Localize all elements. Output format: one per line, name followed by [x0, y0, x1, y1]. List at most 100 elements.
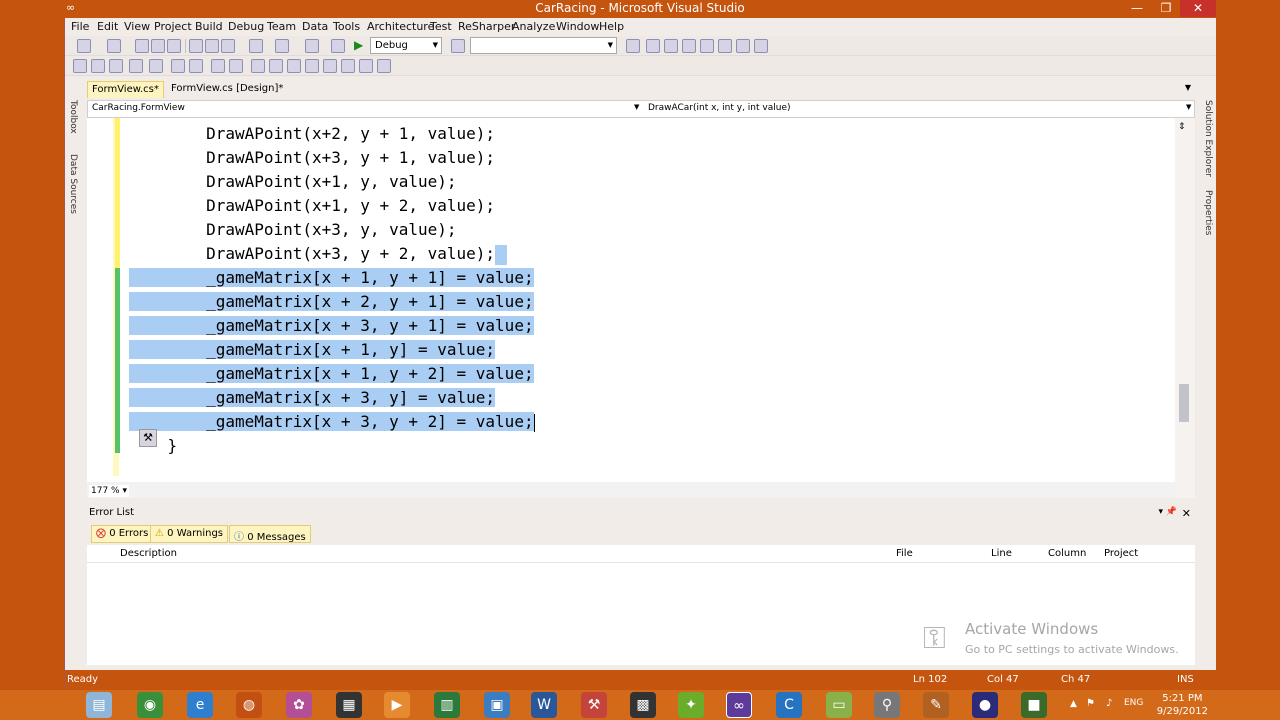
mic-icon[interactable]: ⚲	[874, 692, 900, 718]
find-icon[interactable]	[331, 39, 345, 53]
firefox-icon[interactable]: ◍	[236, 692, 262, 718]
menu-resharper[interactable]: ReSharper	[458, 20, 515, 33]
warnings-filter[interactable]: ⚠ 0 Warnings	[150, 525, 229, 543]
properties-icon[interactable]	[646, 39, 660, 53]
find-in-files-icon[interactable]	[451, 39, 465, 53]
menu-edit[interactable]: Edit	[97, 20, 118, 33]
toolbox-tab[interactable]: Toolbox	[68, 100, 78, 134]
code-line-selected[interactable]: _gameMatrix[x + 3, y + 2] = value;	[129, 410, 535, 434]
code-line[interactable]: DrawAPoint(x+1, y + 2, value);	[129, 194, 495, 218]
zoom-level[interactable]: 177 % ▾	[89, 485, 129, 497]
pin-icon[interactable]: 📌	[1166, 507, 1177, 517]
code-line[interactable]: DrawAPoint(x+2, y + 1, value);	[129, 122, 495, 146]
clear-bookmarks-icon[interactable]	[377, 59, 391, 73]
layout-icon[interactable]	[754, 39, 768, 53]
excel-icon[interactable]: ▥	[434, 692, 460, 718]
paste-icon[interactable]	[221, 39, 235, 53]
code-line-selected[interactable]: _gameMatrix[x + 1, y] = value;	[129, 338, 496, 362]
menu-help[interactable]: Help	[599, 20, 624, 33]
camera-icon[interactable]: ■	[1021, 692, 1047, 718]
horizontal-scrollbar[interactable]: 177 % ▾	[87, 482, 1175, 498]
menu-file[interactable]: File	[71, 20, 89, 33]
prev-in-doc-icon[interactable]	[341, 59, 355, 73]
eclipse-icon[interactable]: ●	[972, 692, 998, 718]
flag-icon[interactable]: ⚑	[1086, 698, 1095, 709]
visual-studio-icon[interactable]: ∞	[726, 692, 752, 718]
next-in-doc-icon[interactable]	[359, 59, 373, 73]
calculator-icon[interactable]: ▩	[630, 692, 656, 718]
copy-icon[interactable]	[205, 39, 219, 53]
quick-action-icon[interactable]: ⚒	[139, 429, 157, 447]
start-debugging-icon[interactable]: ▶	[354, 38, 363, 52]
maximize-button[interactable]: ❐	[1152, 0, 1180, 17]
messages-filter[interactable]: ⓘ 0 Messages	[229, 525, 311, 543]
bookmark-icon[interactable]	[251, 59, 265, 73]
object-browser-icon[interactable]	[664, 39, 678, 53]
menu-view[interactable]: View	[124, 20, 150, 33]
column-line[interactable]: Line	[991, 548, 1012, 559]
menu-test[interactable]: Test	[430, 20, 452, 33]
code-line-selected[interactable]: _gameMatrix[x + 1, y + 2] = value;	[129, 362, 534, 386]
code-line[interactable]: DrawAPoint(x+3, y, value);	[129, 218, 456, 242]
solution-explorer-icon[interactable]	[626, 39, 640, 53]
calendar-icon[interactable]: ▦	[336, 692, 362, 718]
redo-icon[interactable]	[275, 39, 289, 53]
tray-expand-icon[interactable]: ▲	[1070, 699, 1077, 709]
type-dropdown[interactable]: CarRacing.FormView	[92, 103, 185, 113]
open-file-icon[interactable]	[135, 39, 149, 53]
code-line[interactable]: DrawAPoint(x+1, y, value);	[129, 170, 456, 194]
undo-icon[interactable]	[249, 39, 263, 53]
tools-icon[interactable]	[700, 39, 714, 53]
paint-icon[interactable]: ✿	[286, 692, 312, 718]
scrollbar-thumb[interactable]	[1179, 384, 1189, 422]
tab-formview-cs[interactable]: FormView.cs*	[87, 81, 164, 98]
cut-icon[interactable]	[189, 39, 203, 53]
tab-overflow-icon[interactable]: ▼	[1185, 83, 1191, 92]
decrease-indent-icon[interactable]	[171, 59, 185, 73]
increase-indent-icon[interactable]	[189, 59, 203, 73]
minimize-button[interactable]: —	[1122, 0, 1152, 17]
ccleaner-icon[interactable]: C	[776, 692, 802, 718]
internet-explorer-icon[interactable]: e	[187, 692, 213, 718]
code-line-selected[interactable]: _gameMatrix[x + 1, y + 1] = value;	[129, 266, 534, 290]
next-in-folder-icon[interactable]	[323, 59, 337, 73]
code-line[interactable]: DrawAPoint(x+3, y + 2, value);	[129, 242, 508, 266]
save-all-icon[interactable]	[167, 39, 181, 53]
close-button[interactable]: ✕	[1180, 0, 1216, 17]
uncomment-icon[interactable]	[229, 59, 243, 73]
properties-tab[interactable]: Properties	[1203, 190, 1213, 235]
menu-debug[interactable]: Debug	[228, 20, 264, 33]
navigate-icon[interactable]	[305, 39, 319, 53]
column-column[interactable]: Column	[1048, 548, 1086, 559]
menu-architecture[interactable]: Architecture	[367, 20, 434, 33]
bird-icon[interactable]: ✦	[678, 692, 704, 718]
chevron-down-icon[interactable]: ▼	[634, 103, 639, 111]
save-icon[interactable]	[151, 39, 165, 53]
menu-data[interactable]: Data	[302, 20, 328, 33]
data-sources-tab[interactable]: Data Sources	[68, 154, 78, 214]
menu-build[interactable]: Build	[195, 20, 223, 33]
chrome-icon[interactable]: ◉	[137, 692, 163, 718]
file-explorer-icon[interactable]: ▤	[86, 692, 112, 718]
quick-info-icon[interactable]	[73, 59, 87, 73]
menu-tools[interactable]: Tools	[333, 20, 360, 33]
list-members-icon[interactable]	[129, 59, 143, 73]
menu-team[interactable]: Team	[267, 20, 296, 33]
errors-filter[interactable]: ⨂ 0 Errors	[91, 525, 154, 543]
solution-explorer-tab[interactable]: Solution Explorer	[1203, 100, 1213, 177]
member-dropdown[interactable]: DrawACar(int x, int y, int value)	[648, 103, 791, 113]
toolbox-icon[interactable]	[682, 39, 696, 53]
new-project-icon[interactable]	[77, 39, 91, 53]
close-icon[interactable]: ✕	[1182, 507, 1191, 520]
complete-word-icon[interactable]	[109, 59, 123, 73]
column-project[interactable]: Project	[1104, 548, 1138, 559]
split-icon[interactable]: ⇕	[1178, 122, 1186, 132]
system-clock[interactable]: 5:21 PM 9/29/2012	[1157, 692, 1208, 718]
volume-icon[interactable]: ♪	[1106, 698, 1112, 709]
window-icon[interactable]	[736, 39, 750, 53]
folder-icon[interactable]: ▣	[484, 692, 510, 718]
media-player-icon[interactable]: ▶	[384, 692, 410, 718]
tab-formview-design[interactable]: FormView.cs [Design]*	[167, 81, 287, 98]
menu-analyze[interactable]: Analyze	[512, 20, 555, 33]
find-combo[interactable]: ▼	[470, 37, 617, 54]
